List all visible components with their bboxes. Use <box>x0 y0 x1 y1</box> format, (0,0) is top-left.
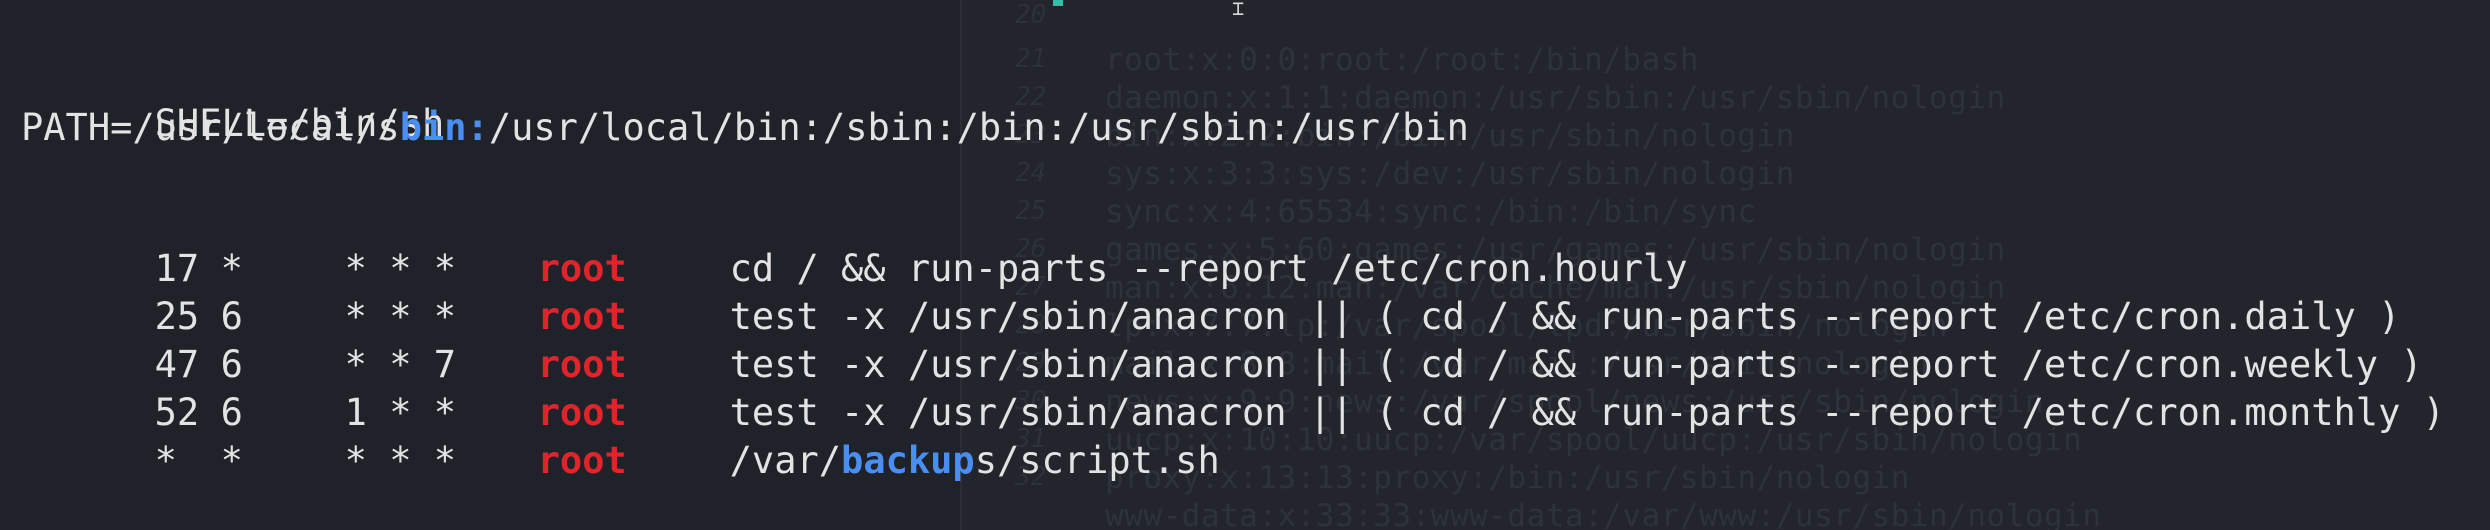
env-shell-line: SHELL=/bin/sh <box>21 58 445 145</box>
bg-passwd-line: sys:x:3:3:sys:/dev:/usr/sbin/nologin <box>1105 156 1795 192</box>
cron-job-row: * * * * * root/var/backups/script.sh <box>21 395 1220 482</box>
cron-job-row: 52 6 1 * * root test -x /usr/sbin/anacron ||… <box>21 347 2445 434</box>
cron-user: root <box>537 439 627 482</box>
command-suffix: s/script.sh <box>974 439 1220 482</box>
path-highlight: bin: <box>399 106 489 149</box>
bg-passwd-line: root:x:0:0:root:/root:/bin/bash <box>1105 42 1700 78</box>
bg-line-number: 21 <box>1015 44 1047 74</box>
command-prefix: /var/ <box>729 439 842 482</box>
bg-line-number: 20 <box>1015 0 1047 30</box>
bg-passwd-line: www-data:x:33:33:www-data:/var/www:/usr/… <box>1105 498 2102 530</box>
cron-command: /var/backups/script.sh <box>730 439 1220 483</box>
cron-dom-mon-dow: * * * <box>344 439 457 482</box>
bg-line-number: 24 <box>1015 158 1047 188</box>
bg-passwd-line: proxy:x:13:13:proxy:/bin:/usr/sbin/nolog… <box>1105 460 1910 496</box>
cron-job-row: 47 6 * * 7 root test -x /usr/sbin/anacron ||… <box>21 299 2423 386</box>
background-cursor-marker <box>1053 0 1063 6</box>
path-suffix: /usr/local/bin:/sbin:/bin:/usr/sbin:/usr… <box>488 106 1469 149</box>
path-prefix: PATH=/usr/local/s <box>21 106 400 149</box>
env-path-line: PATH=/usr/local/sbin:/usr/local/bin:/sbi… <box>21 106 1469 150</box>
cron-minute: * <box>154 439 177 482</box>
cron-job-row: 25 6 * * * root test -x /usr/sbin/anacron ||… <box>21 251 2401 338</box>
cron-job-row: 17 * * * * root cd / && run-parts --report /… <box>21 203 1688 290</box>
text-cursor-icon: ⌶ <box>1232 0 1245 20</box>
terminal-window[interactable]: 20 21 22 23 24 25 26 27 28 29 30 31 32 r… <box>0 0 2490 530</box>
cron-hour: * <box>220 439 243 482</box>
command-highlight: backup <box>841 439 975 482</box>
